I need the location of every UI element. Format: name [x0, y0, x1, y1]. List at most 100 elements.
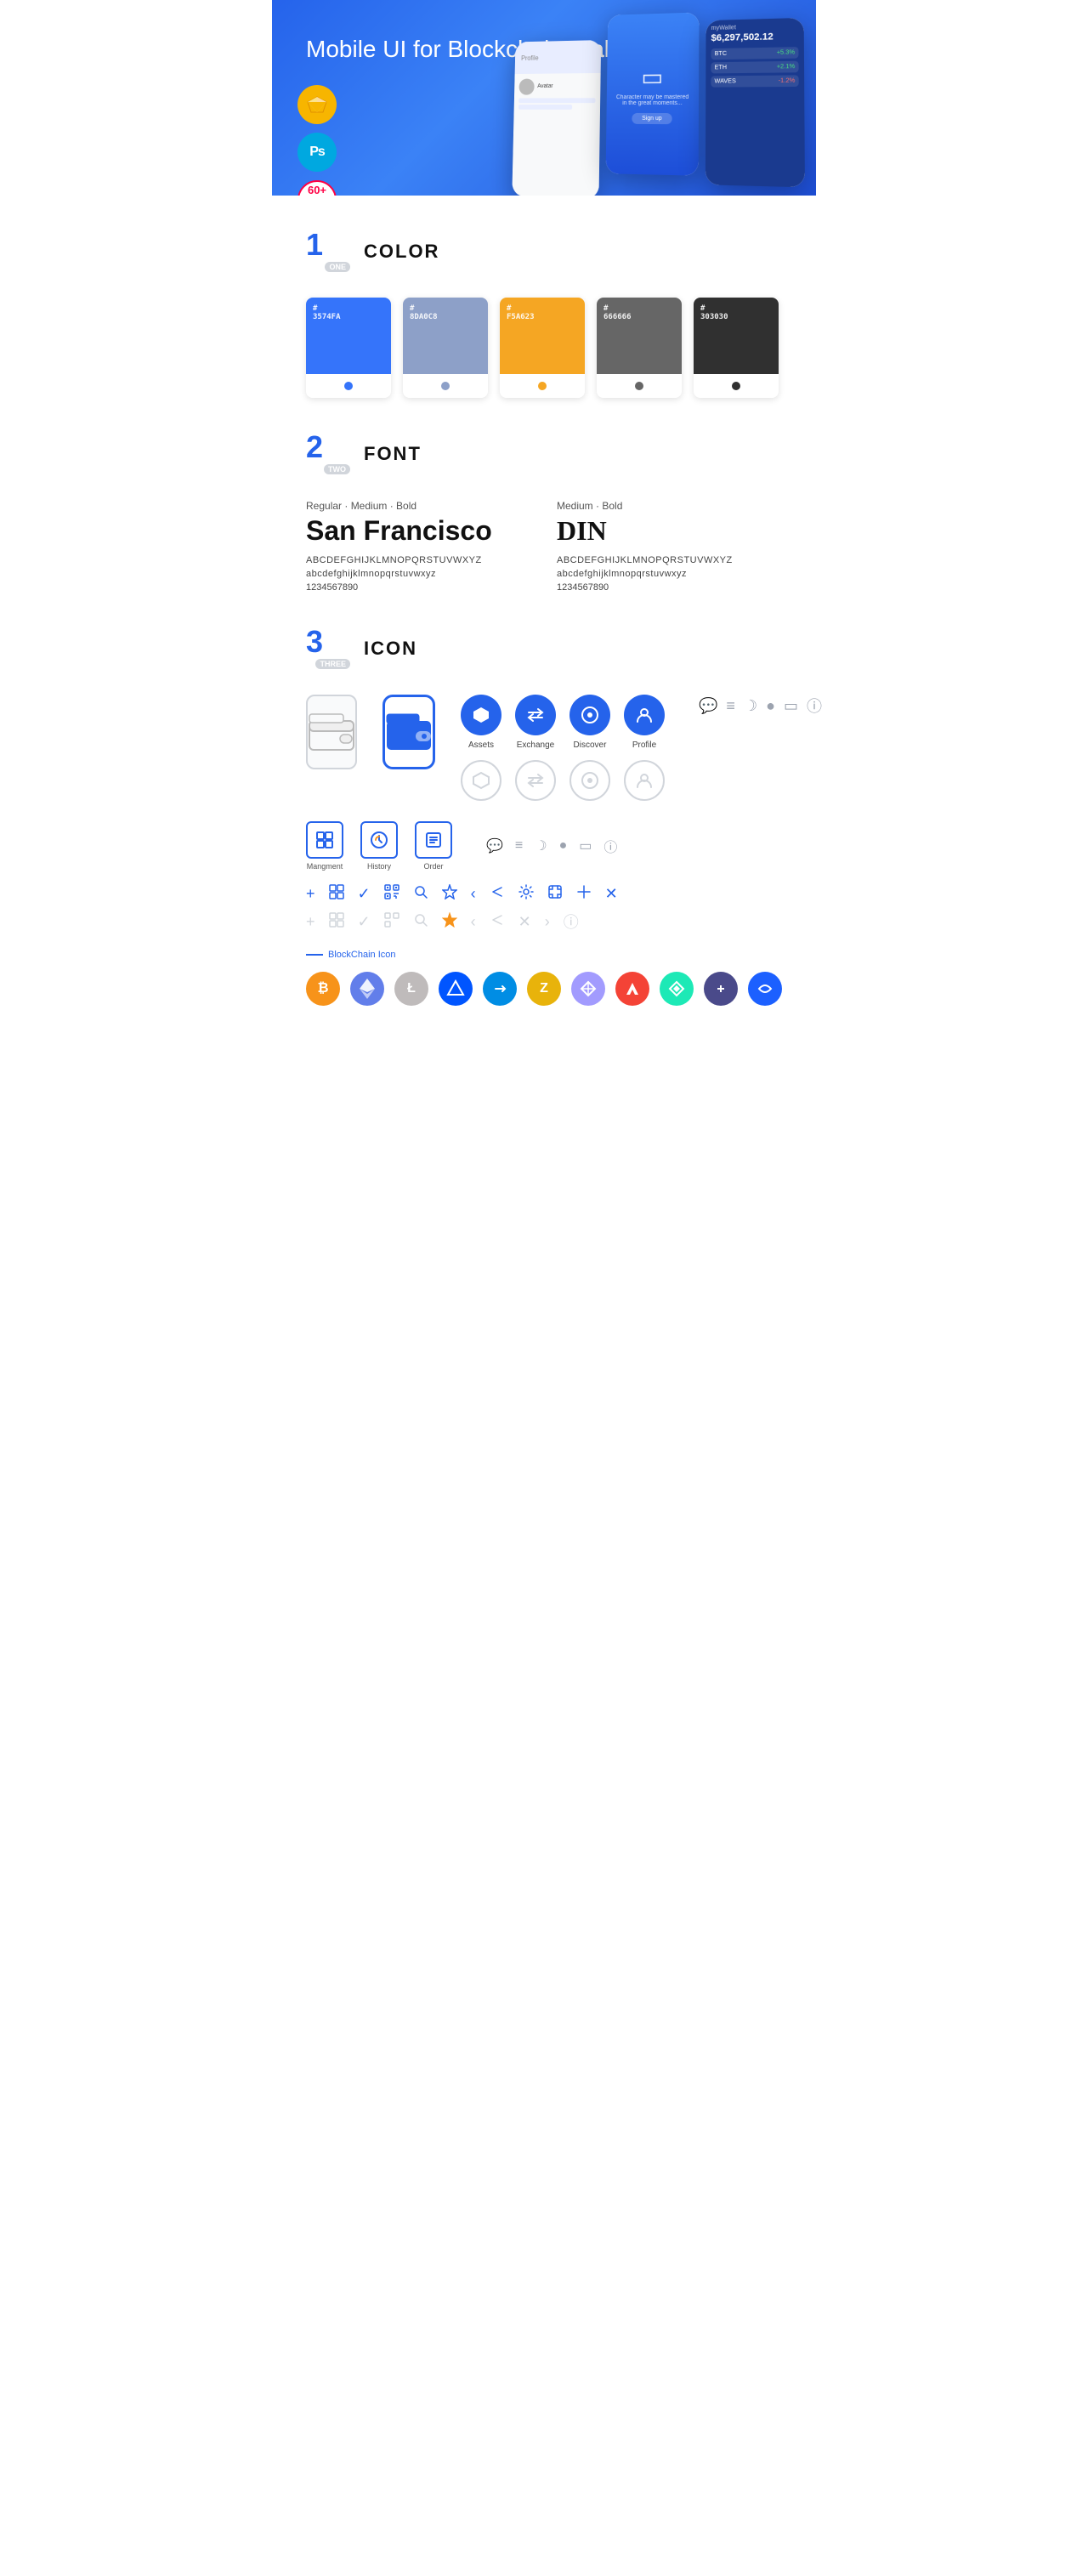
speech-grey-icon: ▭ [579, 837, 592, 854]
star-highlight-icon [442, 912, 457, 932]
hero-section: Mobile UI for Blockchain Wallet UI Kit P… [272, 0, 816, 196]
profile-icon-item: Profile [624, 695, 665, 750]
discover-icon-item: Discover [570, 695, 610, 750]
color-section-header: 1 ONE COLOR [306, 230, 782, 274]
font-sf: Regular · Medium · Bold San Francisco AB… [306, 500, 531, 593]
app-icons-ghost [461, 760, 665, 801]
app-icons-colored: Assets Exchange Discover [461, 695, 665, 750]
settings-icon [518, 884, 534, 904]
share-ghost-icon [490, 912, 505, 932]
order-tab-item: Order [415, 821, 452, 871]
crescent-grey-icon: ☽ [535, 837, 547, 854]
exchange-label: Exchange [517, 740, 554, 750]
assets-label: Assets [468, 740, 494, 750]
color-title: COLOR [364, 241, 439, 263]
color-number: 1 [306, 230, 350, 260]
sf-style: Regular · Medium · Bold [306, 500, 531, 512]
close-x-ghost-icon: ✕ [518, 913, 531, 931]
color-section: 1 ONE COLOR #3574FA #8DA0C8 #F5A623 [306, 230, 782, 398]
font-number: 2 [306, 432, 350, 462]
font-grid: Regular · Medium · Bold San Francisco AB… [306, 500, 782, 593]
zcash-icon: Z [527, 972, 561, 1006]
star-icon [442, 884, 457, 904]
font-title: FONT [364, 443, 422, 465]
swatch-3: #F5A623 [500, 298, 585, 398]
bubble-icon: ▭ [784, 697, 798, 715]
icon-main-row: Assets Exchange Discover [306, 695, 782, 801]
assets-icon [461, 695, 502, 735]
icon-number: 3 [306, 627, 350, 657]
discover-ghost-icon [570, 760, 610, 801]
assets-icon-item: Assets [461, 695, 502, 750]
icon-label: THREE [315, 659, 350, 669]
profile-ghost-icon [624, 760, 665, 801]
plus-icon: + [306, 885, 315, 903]
icon-section: 3 THREE ICON [306, 627, 782, 1031]
misc-icons-ghost: + ✓ ‹ ✕ › ⓘ [306, 911, 782, 933]
chevron-left-ghost-icon: ‹ [471, 913, 476, 931]
font-din: Medium · Bold DIN ABCDEFGHIJKLMNOPQRSTUV… [557, 500, 782, 593]
management-tab-icon [306, 821, 343, 859]
history-tab-item: History [360, 821, 398, 871]
discover-ghost-item [570, 760, 610, 801]
dash-icon [483, 972, 517, 1006]
share-icon [490, 884, 505, 904]
qr-icon [384, 884, 400, 904]
layers-icon: ≡ [726, 697, 735, 715]
color-section-num: 1 ONE [306, 230, 350, 274]
history-tab-icon [360, 821, 398, 859]
profile-ghost-item [624, 760, 665, 801]
color-label: ONE [325, 262, 350, 272]
dot-grey-icon: ● [559, 838, 568, 854]
management-tab-label: Mangment [307, 862, 343, 871]
stack-grey-icon: ≡ [515, 838, 523, 854]
chevron-right-ghost-icon: › [545, 913, 550, 931]
font-section: 2 TWO FONT Regular · Medium · Bold San F… [306, 432, 782, 593]
ps-badge: Ps [298, 133, 337, 172]
color-swatches: #3574FA #8DA0C8 #F5A623 #666666 [306, 298, 782, 398]
swatch-2: #8DA0C8 [403, 298, 488, 398]
grid-icon [329, 884, 344, 904]
din-name: DIN [557, 515, 782, 547]
crypto-icons-row: ₿ Ł Z [306, 972, 782, 1006]
circle-icon: ● [766, 697, 775, 715]
misc-grey-icons: 💬 ≡ ☽ ● ▭ ⓘ [486, 836, 617, 856]
blockchain-label: BlockChain Icon [306, 950, 782, 960]
expand-icon [547, 884, 563, 904]
ark-icon [615, 972, 649, 1006]
search-ghost-icon [413, 912, 428, 932]
wallet-filled-icon [382, 695, 435, 769]
hero-badges: Ps 60+Screens [298, 85, 337, 196]
tab-icons-row: Mangment History Order 💬 ≡ ☽ ● ▭ [306, 821, 782, 871]
plus-ghost-icon: + [306, 913, 315, 931]
sf-numbers: 1234567890 [306, 582, 531, 593]
qr-ghost-icon [384, 912, 400, 932]
exchange-ghost-icon [515, 760, 556, 801]
info-grey-icon: ⓘ [604, 836, 617, 856]
font-label: TWO [324, 464, 350, 474]
exchange-icon-item: Exchange [515, 695, 556, 750]
swatch-5: #303030 [694, 298, 779, 398]
resize-icon [576, 884, 592, 904]
font-section-header: 2 TWO FONT [306, 432, 782, 476]
moon-icon: ☽ [744, 697, 757, 715]
discover-icon [570, 695, 610, 735]
chat-icon: 💬 [699, 697, 717, 715]
screens-badge: 60+Screens [298, 180, 337, 196]
swatch-4: #666666 [597, 298, 682, 398]
sf-uppercase: ABCDEFGHIJKLMNOPQRSTUVWXYZ [306, 555, 531, 565]
blockchain-label-text: BlockChain Icon [328, 950, 396, 960]
close-icon: ✕ [605, 885, 618, 903]
profile-label: Profile [632, 740, 656, 750]
search-icon [413, 884, 428, 904]
phone-left: Profile Avatar [512, 40, 601, 196]
grid-coin-icon [571, 972, 605, 1006]
order-tab-label: Order [423, 862, 443, 871]
bitcoin-icon: ₿ [306, 972, 340, 1006]
info-icon: ⓘ [807, 695, 822, 717]
discover-label: Discover [574, 740, 607, 750]
order-tab-icon [415, 821, 452, 859]
check-ghost-icon: ✓ [358, 913, 371, 931]
misc-icons-colored: + ✓ ‹ [306, 884, 782, 904]
swatch-1: #3574FA [306, 298, 391, 398]
